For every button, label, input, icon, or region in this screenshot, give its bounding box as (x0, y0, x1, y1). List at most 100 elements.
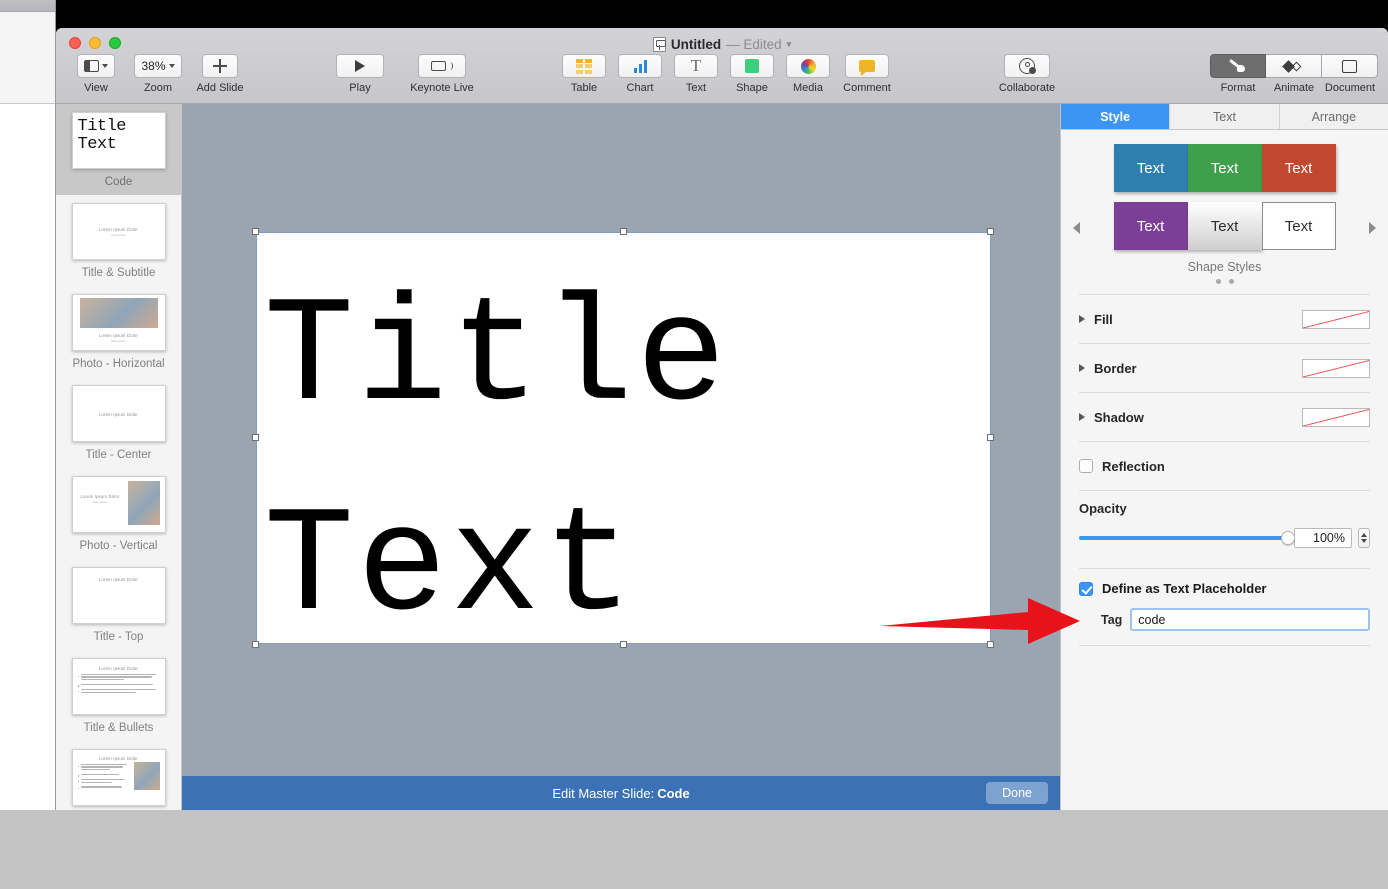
toolbar-item-comment[interactable]: Comment (836, 54, 898, 94)
shape-style-purple[interactable]: Text (1113, 202, 1188, 250)
right-arrow-icon[interactable] (1369, 222, 1376, 234)
master-slide-navigator[interactable]: Title Text Code Lorem Ipsum Dolor lorem … (56, 104, 182, 810)
master-thumbnail[interactable]: Lorem Ipsum Dolor (71, 658, 166, 715)
shape-button[interactable] (730, 54, 774, 78)
shape-style-outline[interactable]: Text (1261, 202, 1336, 250)
master-item-title-top[interactable]: Lorem Ipsum Dolor Title - Top (56, 559, 181, 650)
master-thumbnail[interactable]: Lorem Ipsum Dolor (71, 567, 166, 624)
inspector-mode-segmented-control[interactable]: Format Animate Document (1210, 54, 1378, 94)
tab-arrange[interactable]: Arrange (1279, 104, 1388, 129)
keynote-live-button[interactable] (418, 54, 466, 78)
comment-button[interactable] (845, 54, 889, 78)
toolbar-item-play[interactable]: Play (332, 54, 388, 94)
fill-none-swatch[interactable] (1302, 309, 1370, 329)
define-as-text-placeholder-row[interactable]: Define as Text Placeholder (1079, 581, 1370, 596)
master-item-title-bullets[interactable]: Lorem Ipsum Dolor Title & Bullets (56, 650, 181, 741)
toolbar-item-add-slide[interactable]: Add Slide (192, 54, 248, 94)
resize-handle-bottom-left[interactable] (252, 641, 259, 648)
resize-handle-bottom-right[interactable] (987, 641, 994, 648)
shape-style-red[interactable]: Text (1261, 144, 1336, 192)
stepper-down-icon[interactable] (1361, 539, 1367, 543)
master-thumbnail[interactable]: Lorem Ipsum Dolor lorem ipsum (71, 203, 166, 260)
opacity-slider[interactable] (1079, 531, 1295, 545)
border-none-swatch[interactable] (1302, 358, 1370, 378)
master-thumbnail[interactable]: Title Text (71, 112, 166, 169)
master-item-photo-vertical[interactable]: Lorem Ipsum Dolor lorem ipsum Photo - Ve… (56, 468, 181, 559)
master-item-code[interactable]: Title Text Code (56, 104, 181, 195)
row-border[interactable]: Border (1079, 343, 1370, 392)
chart-button[interactable] (618, 54, 662, 78)
shape-style-green[interactable]: Text (1187, 144, 1262, 192)
left-arrow-icon[interactable] (1073, 222, 1080, 234)
toolbar-item-keynote-live[interactable]: Keynote Live (404, 54, 480, 94)
background-window[interactable] (0, 0, 56, 810)
opacity-slider-knob[interactable] (1281, 531, 1295, 545)
slide-title-text[interactable]: Title Text (256, 232, 991, 674)
row-reflection[interactable]: Reflection (1079, 441, 1370, 490)
tag-input[interactable]: code (1130, 608, 1370, 631)
zoom-button-control[interactable]: 38% (134, 54, 182, 78)
slide-canvas-area[interactable]: Title Text Edit Master Slide: Code Done (182, 104, 1060, 810)
resize-handle-middle-right[interactable] (987, 434, 994, 441)
resize-handle-top-left[interactable] (252, 228, 259, 235)
toolbar-item-view[interactable]: View (68, 54, 124, 94)
animate-button[interactable] (1266, 54, 1322, 78)
format-button[interactable] (1210, 54, 1266, 78)
master-thumbnail[interactable]: Lorem Ipsum Dolor lorem ipsum (71, 476, 166, 533)
reflection-checkbox[interactable] (1079, 459, 1093, 473)
opacity-control[interactable]: 100% (1079, 528, 1370, 548)
toolbar-item-media[interactable]: Media (780, 54, 836, 94)
segment-document[interactable]: Document (1322, 54, 1378, 94)
segment-animate[interactable]: Animate (1266, 54, 1322, 94)
resize-handle-middle-left[interactable] (252, 434, 259, 441)
shape-style-gradient[interactable]: Text (1187, 202, 1262, 250)
document-button[interactable] (1322, 54, 1378, 78)
disclosure-triangle-icon[interactable] (1079, 413, 1085, 421)
master-item-title-subtitle[interactable]: Lorem Ipsum Dolor lorem ipsum Title & Su… (56, 195, 181, 286)
toolbar-item-shape[interactable]: Shape (724, 54, 780, 94)
add-slide-button[interactable] (202, 54, 238, 78)
master-thumbnail[interactable]: Lorem Ipsum Dolor lorem ipsum (71, 294, 166, 351)
master-item-photo-horizontal[interactable]: Lorem Ipsum Dolor lorem ipsum Photo - Ho… (56, 286, 181, 377)
master-thumbnail[interactable]: Lorem Ipsum Dolor (71, 749, 166, 806)
inspector-tabs[interactable]: Style Text Arrange (1061, 104, 1388, 130)
tab-style[interactable]: Style (1061, 104, 1171, 129)
toolbar-item-collaborate[interactable]: Collaborate (988, 54, 1066, 94)
document-title-bar[interactable]: Untitled — Edited ▾ (56, 34, 1388, 54)
text-button[interactable]: T (674, 54, 718, 78)
opacity-stepper[interactable] (1358, 528, 1370, 548)
toolbar-item-chart[interactable]: Chart (612, 54, 668, 94)
play-button[interactable] (336, 54, 384, 78)
media-button[interactable] (786, 54, 830, 78)
toolbar-item-text[interactable]: T Text (668, 54, 724, 94)
row-shadow[interactable]: Shadow (1079, 392, 1370, 441)
resize-handle-bottom-center[interactable] (620, 641, 627, 648)
done-button[interactable]: Done (986, 782, 1048, 804)
shadow-none-swatch[interactable] (1302, 407, 1370, 427)
stepper-up-icon[interactable] (1361, 533, 1367, 537)
page-dot[interactable] (1228, 279, 1234, 284)
opacity-value-field[interactable]: 100% (1294, 528, 1352, 548)
collaborate-button[interactable] (1004, 54, 1050, 78)
master-thumbnail[interactable]: Lorem Ipsum Dolor (71, 385, 166, 442)
resize-handle-top-right[interactable] (987, 228, 994, 235)
slide-editing-surface[interactable]: Title Text (252, 228, 994, 654)
master-item-title-center[interactable]: Lorem Ipsum Dolor Title - Center (56, 377, 181, 468)
chevron-down-icon[interactable]: ▾ (787, 39, 792, 50)
disclosure-triangle-icon[interactable] (1079, 315, 1085, 323)
shape-styles-grid[interactable]: Text Text Text Text Text Text (1061, 144, 1388, 250)
resize-handle-top-center[interactable] (620, 228, 627, 235)
define-as-text-placeholder-checkbox[interactable] (1079, 581, 1093, 596)
shape-style-blue[interactable]: Text (1113, 144, 1188, 192)
disclosure-triangle-icon[interactable] (1079, 364, 1085, 372)
segment-format[interactable]: Format (1210, 54, 1266, 94)
toolbar-item-zoom[interactable]: 38% Zoom (130, 54, 186, 94)
row-fill[interactable]: Fill (1079, 294, 1370, 343)
shape-styles-pagination[interactable] (1061, 279, 1388, 284)
table-button[interactable] (562, 54, 606, 78)
toolbar-item-table[interactable]: Table (556, 54, 612, 94)
master-item-title-bullets-photo[interactable]: Lorem Ipsum Dolor Title, Bu (56, 741, 181, 810)
tab-text[interactable]: Text (1170, 104, 1280, 129)
page-dot[interactable] (1215, 279, 1221, 284)
view-button[interactable] (77, 54, 115, 78)
